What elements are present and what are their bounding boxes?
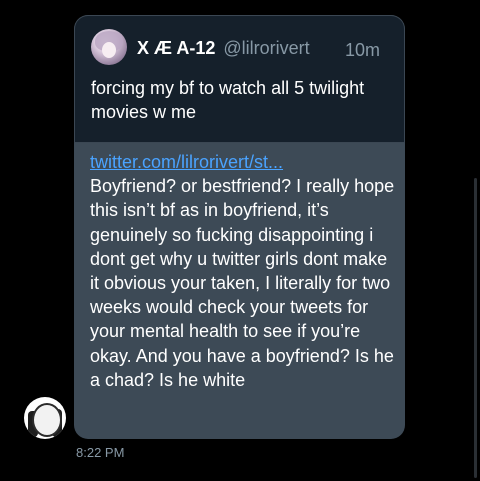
message-content: twitter.com/lilrorivert/st... Boyfriend?… xyxy=(90,150,395,392)
quoted-tweet-handle[interactable]: @lilrorivert xyxy=(223,38,309,59)
quoted-tweet-card[interactable]: X Æ A-12 @lilrorivert 10m forcing my bf … xyxy=(74,15,405,143)
message-bubble[interactable]: X Æ A-12 @lilrorivert 10m forcing my bf … xyxy=(74,15,405,439)
quoted-tweet-time: 10m xyxy=(344,40,380,60)
avatar-face-shape xyxy=(102,42,116,58)
message-timestamp: 8:22 PM xyxy=(76,445,125,460)
quoted-tweet-display-name[interactable]: X Æ A-12 xyxy=(137,38,215,59)
sender-avatar[interactable] xyxy=(24,397,66,439)
dm-conversation-screen: X Æ A-12 @lilrorivert 10m forcing my bf … xyxy=(0,0,480,481)
message-text: Boyfriend? or bestfriend? I really hope … xyxy=(90,176,395,390)
quoted-tweet-header: X Æ A-12 @lilrorivert xyxy=(137,38,310,59)
message-link[interactable]: twitter.com/lilrorivert/st... xyxy=(90,150,395,174)
avatar-face-sketch xyxy=(32,403,62,437)
quoted-tweet-text: forcing my bf to watch all 5 twilight mo… xyxy=(91,78,365,122)
scrollbar[interactable] xyxy=(474,178,477,478)
quoted-tweet-avatar[interactable] xyxy=(91,29,127,65)
